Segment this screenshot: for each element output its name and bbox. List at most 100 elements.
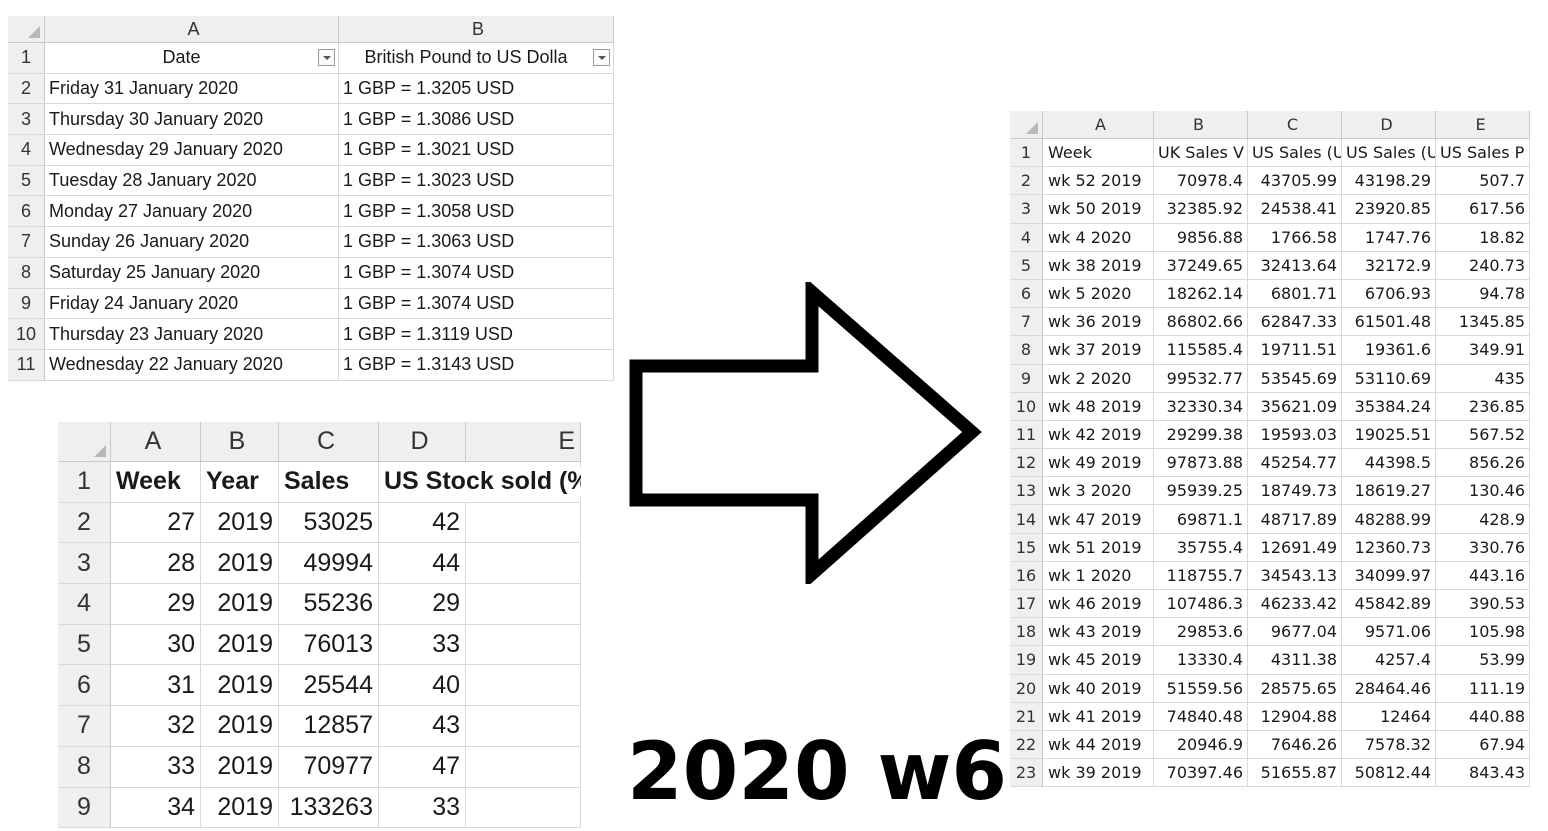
column-header-a[interactable]: A xyxy=(45,16,339,43)
data-cell[interactable]: 29 xyxy=(379,584,466,625)
data-cell[interactable]: 34099.97 xyxy=(1342,561,1436,590)
data-cell[interactable]: 94.78 xyxy=(1436,279,1530,309)
row-number[interactable]: 3 xyxy=(8,104,45,136)
data-cell[interactable]: 390.53 xyxy=(1436,590,1530,619)
data-cell[interactable]: wk 5 2020 xyxy=(1043,279,1154,309)
data-cell[interactable]: 2019 xyxy=(201,665,279,707)
data-cell[interactable]: 53.99 xyxy=(1436,646,1530,675)
column-header-a[interactable]: A xyxy=(111,422,201,462)
row-number[interactable]: 6 xyxy=(8,196,45,228)
data-cell[interactable]: 1 GBP = 1.3074 USD xyxy=(339,288,614,320)
data-cell[interactable]: wk 37 2019 xyxy=(1043,336,1154,365)
data-cell[interactable]: 617.56 xyxy=(1436,195,1530,224)
header-cell[interactable]: Year xyxy=(201,462,279,503)
data-cell[interactable]: 856.26 xyxy=(1436,449,1530,478)
row-number[interactable]: 9 xyxy=(8,288,45,320)
dropdown-filter-icon[interactable] xyxy=(592,49,610,67)
row-number[interactable]: 3 xyxy=(1010,195,1043,224)
data-cell[interactable]: 32330.34 xyxy=(1154,392,1248,421)
data-cell[interactable]: 19711.51 xyxy=(1248,336,1342,365)
data-cell[interactable]: 50812.44 xyxy=(1342,759,1436,788)
header-cell-date[interactable]: Date xyxy=(45,43,339,74)
column-header-b[interactable]: B xyxy=(201,422,279,462)
data-cell[interactable]: 507.7 xyxy=(1436,167,1530,196)
data-cell[interactable]: 28464.46 xyxy=(1342,674,1436,703)
data-cell[interactable]: 53110.69 xyxy=(1342,364,1436,393)
data-cell[interactable]: 43 xyxy=(379,706,466,747)
data-cell[interactable]: 42 xyxy=(379,502,466,544)
data-cell[interactable]: 48717.89 xyxy=(1248,505,1342,534)
data-cell[interactable]: wk 48 2019 xyxy=(1043,392,1154,421)
row-number[interactable]: 21 xyxy=(1010,702,1043,731)
data-cell[interactable]: 115585.4 xyxy=(1154,336,1248,365)
header-cell[interactable]: Week xyxy=(111,462,201,503)
data-cell[interactable]: 35755.4 xyxy=(1154,533,1248,562)
empty-cell[interactable] xyxy=(466,502,581,544)
data-cell[interactable]: 2019 xyxy=(201,746,279,788)
row-number[interactable]: 10 xyxy=(1010,392,1043,421)
data-cell[interactable]: 40 xyxy=(379,665,466,707)
data-cell[interactable]: Friday 24 January 2020 xyxy=(45,288,339,320)
data-cell[interactable]: 47 xyxy=(379,746,466,788)
row-number[interactable]: 3 xyxy=(58,543,111,585)
row-number[interactable]: 14 xyxy=(1010,505,1043,534)
data-cell[interactable]: 28575.65 xyxy=(1248,674,1342,703)
empty-cell[interactable] xyxy=(466,624,581,666)
data-cell[interactable]: 49994 xyxy=(279,543,379,585)
data-cell[interactable]: 1747.76 xyxy=(1342,223,1436,252)
data-cell[interactable]: wk 39 2019 xyxy=(1043,759,1154,788)
row-number[interactable]: 5 xyxy=(8,165,45,197)
data-cell[interactable]: 70397.46 xyxy=(1154,759,1248,788)
data-cell[interactable]: 99532.77 xyxy=(1154,364,1248,393)
header-cell[interactable]: UK Sales V xyxy=(1154,139,1248,168)
data-cell[interactable]: 61501.48 xyxy=(1342,308,1436,337)
column-header-a[interactable]: A xyxy=(1043,111,1154,139)
data-cell[interactable]: wk 1 2020 xyxy=(1043,561,1154,590)
row-number[interactable]: 9 xyxy=(58,787,111,829)
data-cell[interactable]: 53545.69 xyxy=(1248,364,1342,393)
data-cell[interactable]: 6706.93 xyxy=(1342,279,1436,309)
data-cell[interactable]: 18749.73 xyxy=(1248,477,1342,506)
data-cell[interactable]: 12904.88 xyxy=(1248,702,1342,731)
data-cell[interactable]: 2019 xyxy=(201,502,279,544)
data-cell[interactable]: 111.19 xyxy=(1436,674,1530,703)
data-cell[interactable]: 2019 xyxy=(201,584,279,625)
data-cell[interactable]: 12360.73 xyxy=(1342,533,1436,562)
data-cell[interactable]: 55236 xyxy=(279,584,379,625)
data-cell[interactable]: wk 47 2019 xyxy=(1043,505,1154,534)
data-cell[interactable]: Thursday 23 January 2020 xyxy=(45,319,339,350)
data-cell[interactable]: wk 40 2019 xyxy=(1043,674,1154,703)
data-cell[interactable]: 349.91 xyxy=(1436,336,1530,365)
row-number[interactable]: 7 xyxy=(1010,308,1043,337)
column-header-c[interactable]: C xyxy=(279,422,379,462)
data-cell[interactable]: 70977 xyxy=(279,746,379,788)
select-all-corner[interactable] xyxy=(1010,111,1043,139)
data-cell[interactable]: 1 GBP = 1.3205 USD xyxy=(339,73,614,105)
column-header-e[interactable]: E xyxy=(466,422,581,462)
data-cell[interactable]: 34543.13 xyxy=(1248,561,1342,590)
data-cell[interactable]: 33 xyxy=(111,746,201,788)
empty-cell[interactable] xyxy=(466,543,581,585)
data-cell[interactable]: 32413.64 xyxy=(1248,251,1342,280)
row-number[interactable]: 19 xyxy=(1010,646,1043,675)
data-cell[interactable]: 35384.24 xyxy=(1342,392,1436,421)
header-cell[interactable]: Week xyxy=(1043,139,1154,168)
row-number[interactable]: 15 xyxy=(1010,533,1043,562)
data-cell[interactable]: 44 xyxy=(379,543,466,585)
row-number[interactable]: 5 xyxy=(58,624,111,666)
data-cell[interactable]: Wednesday 29 January 2020 xyxy=(45,135,339,166)
column-header-e[interactable]: E xyxy=(1436,111,1530,139)
row-number[interactable]: 6 xyxy=(1010,279,1043,309)
data-cell[interactable]: 1 GBP = 1.3119 USD xyxy=(339,319,614,350)
data-cell[interactable]: 74840.48 xyxy=(1154,702,1248,731)
data-cell[interactable]: wk 2 2020 xyxy=(1043,364,1154,393)
data-cell[interactable]: wk 3 2020 xyxy=(1043,477,1154,506)
data-cell[interactable]: 240.73 xyxy=(1436,251,1530,280)
row-number[interactable]: 4 xyxy=(8,135,45,166)
data-cell[interactable]: 45254.77 xyxy=(1248,449,1342,478)
row-number[interactable]: 7 xyxy=(58,706,111,747)
data-cell[interactable]: 18262.14 xyxy=(1154,279,1248,309)
data-cell[interactable]: wk 43 2019 xyxy=(1043,618,1154,647)
empty-cell[interactable] xyxy=(466,787,581,829)
empty-cell[interactable] xyxy=(466,706,581,747)
